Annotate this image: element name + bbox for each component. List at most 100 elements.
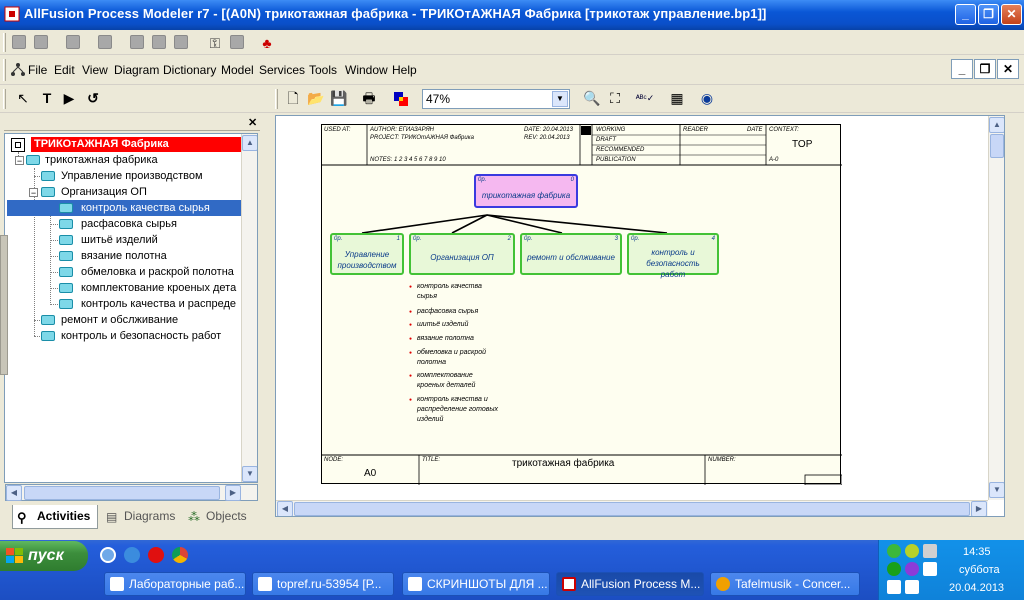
- restore-button[interactable]: ❐: [978, 4, 999, 25]
- scroll-thumb[interactable]: [294, 502, 970, 516]
- paste-icon[interactable]: [34, 35, 48, 49]
- tray-app-icon[interactable]: [905, 562, 919, 576]
- task-button[interactable]: topref.ru-53954 [Р...: [252, 572, 394, 596]
- menu-view[interactable]: View: [82, 63, 108, 77]
- start-button[interactable]: пуск: [0, 541, 88, 571]
- menu-window[interactable]: Window: [345, 63, 388, 77]
- toolbar-grip-2[interactable]: [275, 89, 278, 109]
- report-icon[interactable]: [152, 35, 166, 49]
- scroll-up-icon[interactable]: ▲: [242, 135, 257, 151]
- model-icon[interactable]: [98, 35, 112, 49]
- tree-root[interactable]: ТРИКОтАЖНАЯ Фабрика: [31, 137, 241, 152]
- ie-icon[interactable]: [124, 547, 140, 563]
- tree-node[interactable]: − трикотажная фабрика: [15, 152, 245, 168]
- palette-grip[interactable]: [3, 89, 6, 109]
- task-button[interactable]: Лабораторные раб...: [104, 572, 246, 596]
- model-explorer-icon[interactable]: ▦: [666, 87, 688, 109]
- tab-activities[interactable]: ⚲ Activities: [12, 505, 98, 529]
- activity-tree[interactable]: ТРИКОтАЖНАЯ Фабрика − трикотажная фабрик…: [4, 133, 258, 483]
- root-activity-box[interactable]: 0р. 0 трикотажная фабрика: [474, 174, 578, 208]
- minimize-button[interactable]: _: [955, 4, 976, 25]
- tab-diagrams[interactable]: ▤ Diagrams: [100, 505, 180, 529]
- scroll-thumb[interactable]: [24, 486, 220, 500]
- tree-node[interactable]: шитьё изделий: [59, 232, 249, 248]
- zoom-fit-icon[interactable]: ⛶: [604, 87, 626, 109]
- task-button[interactable]: СКРИНШОТЫ ДЛЯ ...: [402, 572, 550, 596]
- menu-help[interactable]: Help: [392, 63, 417, 77]
- scroll-right-icon[interactable]: ▶: [225, 485, 241, 501]
- tree-node[interactable]: − Организация ОП: [29, 184, 239, 200]
- tray-language-icon[interactable]: [887, 580, 901, 594]
- chevron-down-icon[interactable]: ▼: [552, 91, 568, 107]
- tree-horizontal-scrollbar[interactable]: ◀ ▶: [5, 484, 258, 501]
- explorer-close-icon[interactable]: ✕: [248, 116, 257, 129]
- collapse-icon[interactable]: −: [15, 156, 24, 166]
- menu-file[interactable]: File: [28, 63, 47, 77]
- zoom-in-icon[interactable]: 🔍: [581, 87, 603, 109]
- tree-node[interactable]: ремонт и обслживание: [41, 312, 241, 328]
- key-icon[interactable]: ⚿: [204, 32, 226, 54]
- pointer-icon[interactable]: ↖: [12, 87, 34, 109]
- save-icon[interactable]: 💾: [328, 87, 350, 109]
- mdi-minimize-button[interactable]: _: [951, 59, 973, 79]
- mdi-close-button[interactable]: ✕: [997, 59, 1019, 79]
- tree-node-selected[interactable]: контроль качества сырья: [7, 200, 249, 216]
- task-button-active[interactable]: AllFusion Process M...: [556, 572, 704, 596]
- tree-node[interactable]: вязание полотна: [59, 248, 249, 264]
- activity-box-3[interactable]: 0р. 3 ремонт и обслживание: [520, 233, 622, 275]
- toolbar-grip[interactable]: [3, 33, 6, 52]
- close-button[interactable]: ✕: [1001, 4, 1022, 25]
- mdi-restore-button[interactable]: ❐: [974, 59, 996, 79]
- opera-icon[interactable]: [148, 547, 164, 563]
- settings-icon[interactable]: [230, 35, 244, 49]
- show-desktop-icon[interactable]: [100, 547, 116, 563]
- menu-edit[interactable]: Edit: [54, 63, 75, 77]
- zoom-select[interactable]: 47% ▼: [422, 89, 570, 109]
- activity-box-2[interactable]: 0р. 2 Организация ОП: [409, 233, 515, 275]
- tab-objects[interactable]: ⁂ Objects: [182, 505, 258, 529]
- collapse-icon[interactable]: −: [29, 188, 38, 198]
- users-icon[interactable]: ♣: [256, 32, 278, 54]
- menu-services[interactable]: Services: [259, 63, 305, 77]
- tree-node[interactable]: обмеловка и раскрой полотна: [59, 264, 249, 280]
- scroll-down-icon[interactable]: ▼: [242, 466, 257, 482]
- clock-time[interactable]: 14:35: [963, 546, 991, 558]
- tray-safely-remove-icon[interactable]: [905, 580, 919, 594]
- tray-network-icon[interactable]: [887, 544, 901, 558]
- tree-node[interactable]: контроль и безопасность работ: [41, 328, 241, 344]
- task-button[interactable]: Tafelmusik - Concer...: [710, 572, 860, 596]
- scroll-down-icon[interactable]: ▼: [989, 482, 1004, 498]
- color-icon[interactable]: [393, 91, 409, 107]
- tray-volume-icon[interactable]: [923, 562, 937, 576]
- activity-box-1[interactable]: 0р. 1 Управление производством: [330, 233, 404, 275]
- tree-node[interactable]: расфасовка сырья: [59, 216, 249, 232]
- grid-icon[interactable]: [174, 35, 188, 49]
- diagram-canvas[interactable]: USED AT: AUTHOR: ЕГИАЗАРЯН PROJECT: ТРИК…: [275, 115, 1005, 517]
- scroll-left-icon[interactable]: ◀: [277, 501, 293, 516]
- panel-splitter[interactable]: [0, 235, 8, 375]
- scroll-left-icon[interactable]: ◀: [6, 485, 22, 501]
- tree-node[interactable]: Управление производством: [41, 168, 241, 184]
- tray-update-icon[interactable]: [905, 544, 919, 558]
- scroll-thumb[interactable]: [990, 134, 1004, 158]
- arrow-icon[interactable]: [130, 35, 144, 49]
- spellcheck-icon[interactable]: ᴬᴮᶜ✓: [634, 87, 656, 109]
- undo-icon[interactable]: ↺: [82, 87, 104, 109]
- tray-antivirus-icon[interactable]: [887, 562, 901, 576]
- text-tool-icon[interactable]: T: [36, 87, 58, 109]
- canvas-horizontal-scrollbar[interactable]: ◀ ▶: [276, 500, 988, 516]
- tree-node[interactable]: комплектование кроеных дета: [59, 280, 249, 296]
- chrome-icon[interactable]: [172, 547, 188, 563]
- new-icon[interactable]: 🗋: [282, 87, 304, 109]
- lock-icon[interactable]: [66, 35, 80, 49]
- activity-box-4[interactable]: 0р. 4 контроль и безопасность работ: [627, 233, 719, 279]
- navigator-icon[interactable]: ◉: [696, 87, 718, 109]
- arrow-tool-icon[interactable]: ▶: [58, 87, 80, 109]
- menu-grip[interactable]: [3, 59, 6, 81]
- menu-diagram[interactable]: Diagram: [114, 63, 159, 77]
- menu-model[interactable]: Model: [221, 63, 254, 77]
- open-icon[interactable]: 📂: [305, 87, 327, 109]
- menu-tools[interactable]: Tools: [309, 63, 337, 77]
- tree-node[interactable]: контроль качества и распреде: [59, 296, 249, 312]
- scroll-up-icon[interactable]: ▲: [989, 117, 1004, 133]
